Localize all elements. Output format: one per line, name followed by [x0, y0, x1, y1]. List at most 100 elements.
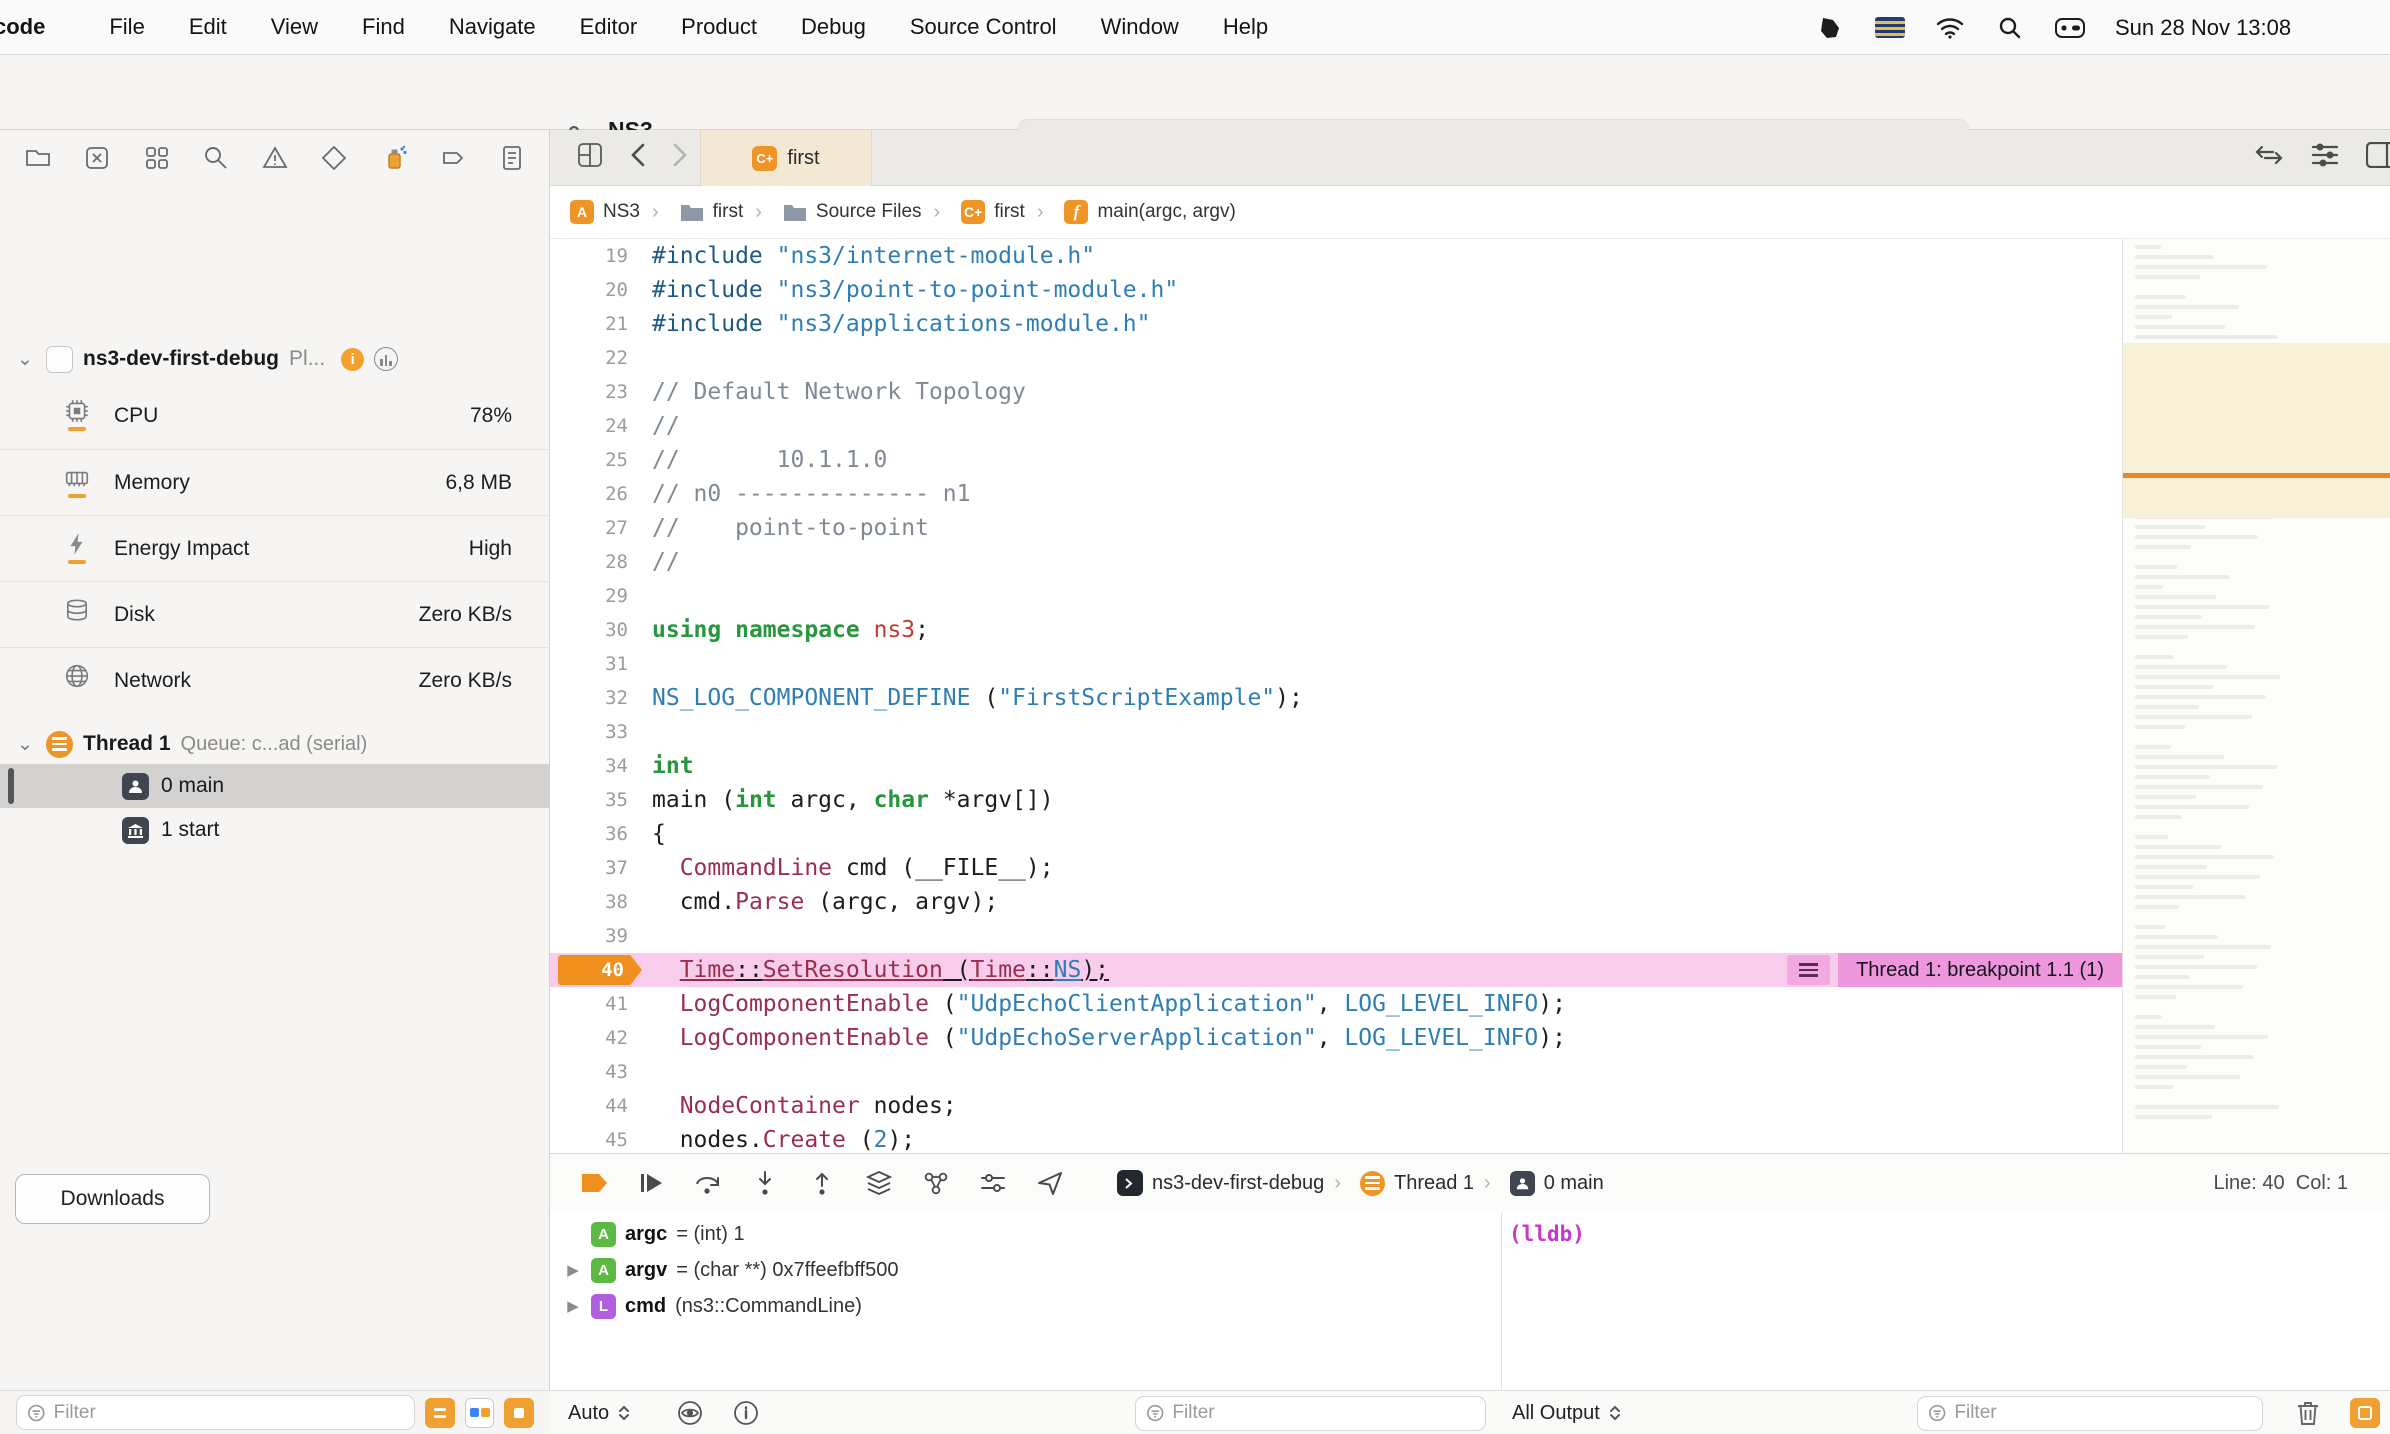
code-line[interactable]: 42 LogComponentEnable ("UdpEchoServerApp… — [550, 1021, 2122, 1055]
disclosure-triangle-icon[interactable]: ▶ — [564, 1297, 582, 1315]
debug-frame[interactable]: 0 main — [1474, 1170, 1604, 1196]
code-line[interactable]: 20 #include "ns3/point-to-point-module.h" — [550, 273, 2122, 307]
menu-item-edit[interactable]: Edit — [189, 14, 227, 40]
breadcrumb-symbol[interactable]: f main(argc, argv) — [1025, 200, 1236, 224]
gauge-row-memory[interactable]: Memory 6,8 MB — [0, 449, 550, 515]
code-line[interactable]: 21 #include "ns3/applications-module.h" — [550, 307, 2122, 341]
gauge-row-disk[interactable]: Disk Zero KB/s — [0, 581, 550, 647]
minimap-viewport[interactable] — [2123, 343, 2390, 518]
line-number[interactable]: 28 — [550, 551, 628, 573]
code-line[interactable]: 43 — [550, 1055, 2122, 1089]
breadcrumb-project[interactable]: A NS3 — [570, 200, 640, 224]
line-number[interactable]: 35 — [550, 789, 628, 811]
code-line[interactable]: 25 // 10.1.1.0 — [550, 443, 2122, 477]
input-source-flag-icon[interactable] — [1875, 13, 1905, 43]
tab-first[interactable]: C+ first — [700, 130, 872, 186]
breadcrumb-file[interactable]: C+ first — [922, 200, 1025, 224]
breakpoint-actions-icon[interactable] — [1787, 955, 1831, 985]
code-review-icon[interactable] — [2254, 143, 2284, 172]
console-filter[interactable] — [1135, 1391, 1486, 1434]
line-number[interactable]: 39 — [550, 925, 628, 947]
line-number[interactable]: 36 — [550, 823, 628, 845]
line-number[interactable]: 34 — [550, 755, 628, 777]
line-number[interactable]: 45 — [550, 1129, 628, 1151]
code-line[interactable]: 33 — [550, 715, 2122, 749]
downloads-button[interactable]: Downloads — [15, 1174, 210, 1224]
clear-console-button[interactable] — [2295, 1391, 2321, 1434]
code-line[interactable]: 22 — [550, 341, 2122, 375]
breakpoint-badge[interactable]: Thread 1: breakpoint 1.1 (1) — [1838, 953, 2122, 987]
line-number[interactable]: 29 — [550, 585, 628, 607]
menu-item-editor[interactable]: Editor — [580, 14, 637, 40]
menu-item-view[interactable]: View — [271, 14, 318, 40]
menu-item-debug[interactable]: Debug — [801, 14, 866, 40]
line-number[interactable]: 31 — [550, 653, 628, 675]
forward-chevron-icon[interactable] — [672, 142, 688, 173]
disclosure-chevron-icon[interactable]: ⌄ — [14, 733, 36, 756]
editor-options-icon[interactable] — [2310, 142, 2340, 173]
code-line[interactable]: 26 // n0 -------------- n1 — [550, 477, 2122, 511]
breadcrumb-source-files[interactable]: Source Files — [743, 201, 922, 224]
performance-gauge-icon[interactable] — [374, 347, 399, 371]
code-line[interactable]: 41 LogComponentEnable ("UdpEchoClientApp… — [550, 987, 2122, 1021]
recording-toggle[interactable] — [504, 1397, 534, 1428]
debug-thread[interactable]: Thread 1 — [1324, 1170, 1474, 1196]
code-line[interactable]: 24 // — [550, 409, 2122, 443]
gauge-row-network[interactable]: Network Zero KB/s — [0, 647, 550, 713]
view-mode-toggle[interactable] — [464, 1397, 495, 1428]
line-number[interactable]: 44 — [550, 1095, 628, 1117]
info-button[interactable] — [732, 1391, 760, 1434]
memory-inspect-button[interactable] — [676, 1391, 704, 1434]
memory-graph-button[interactable] — [920, 1167, 952, 1199]
line-number[interactable]: 20 — [550, 279, 628, 301]
menu-item-source-control[interactable]: Source Control — [910, 14, 1057, 40]
code-line[interactable]: 31 — [550, 647, 2122, 681]
line-number[interactable]: 27 — [550, 517, 628, 539]
breakpoint-navigator-icon[interactable] — [437, 142, 469, 174]
code-line[interactable]: 35 main (int argc, char *argv[]) — [550, 783, 2122, 817]
stack-frame-start[interactable]: 1 start — [0, 808, 550, 852]
code-line[interactable]: 39 — [550, 919, 2122, 953]
code-line[interactable]: 38 cmd.Parse (argc, argv); — [550, 885, 2122, 919]
stack-frame-main[interactable]: 0 main — [0, 764, 550, 808]
wifi-icon[interactable] — [1935, 13, 1965, 43]
code-line[interactable]: 29 — [550, 579, 2122, 613]
line-number[interactable]: 23 — [550, 381, 628, 403]
test-navigator-icon[interactable] — [318, 142, 350, 174]
output-popup[interactable]: All Output — [1512, 1391, 1622, 1434]
code-line[interactable]: 28 // — [550, 545, 2122, 579]
source-control-navigator-icon[interactable] — [81, 142, 113, 174]
gauge-row-cpu[interactable]: CPU 78% — [0, 383, 550, 449]
menu-item-window[interactable]: Window — [1101, 14, 1179, 40]
code-line[interactable]: 40 Time::SetResolution (Time::NS); Thread… — [550, 953, 2122, 987]
code-line[interactable]: 32 NS_LOG_COMPONENT_DEFINE ("FirstScriptE… — [550, 681, 2122, 715]
xcode-status-icon[interactable] — [1815, 13, 1845, 43]
back-chevron-icon[interactable] — [630, 142, 646, 173]
code-line[interactable]: 44 NodeContainer nodes; — [550, 1089, 2122, 1123]
variable-row-argc[interactable]: Aargc = (int) 1 — [550, 1216, 1500, 1252]
sidebar-filter-field[interactable] — [16, 1395, 416, 1430]
line-number[interactable]: 43 — [550, 1061, 628, 1083]
apple-app-menu[interactable]: code — [0, 14, 45, 40]
scope-popup[interactable]: Auto — [568, 1391, 631, 1434]
code-line[interactable]: 30 using namespace ns3; — [550, 613, 2122, 647]
variable-row-cmd[interactable]: ▶ Lcmd (ns3::CommandLine) — [550, 1288, 1500, 1324]
line-number[interactable]: 33 — [550, 721, 628, 743]
line-number[interactable]: 25 — [550, 449, 628, 471]
continue-button[interactable] — [635, 1167, 667, 1199]
console-filter-input[interactable] — [1172, 1402, 1475, 1424]
issue-navigator-icon[interactable] — [259, 142, 291, 174]
source-editor[interactable]: 19 #include "ns3/internet-module.h" 20 #inc… — [550, 239, 2390, 1153]
step-into-button[interactable] — [749, 1167, 781, 1199]
code-line[interactable]: 45 nodes.Create (2); — [550, 1123, 2122, 1153]
symbol-navigator-icon[interactable] — [141, 142, 173, 174]
project-navigator-icon[interactable] — [22, 142, 54, 174]
debug-view-hierarchy-button[interactable] — [863, 1167, 895, 1199]
process-row[interactable]: ⌄ ns3-dev-first-debug Pl... i — [14, 335, 535, 383]
gauge-row-energy-impact[interactable]: Energy Impact High — [0, 515, 550, 581]
find-navigator-icon[interactable] — [200, 142, 232, 174]
breakpoint-marker[interactable]: 40 — [558, 955, 642, 985]
line-number[interactable]: 42 — [550, 1027, 628, 1049]
environment-overrides-button[interactable] — [977, 1167, 1009, 1199]
debug-navigator-icon[interactable] — [378, 142, 410, 174]
